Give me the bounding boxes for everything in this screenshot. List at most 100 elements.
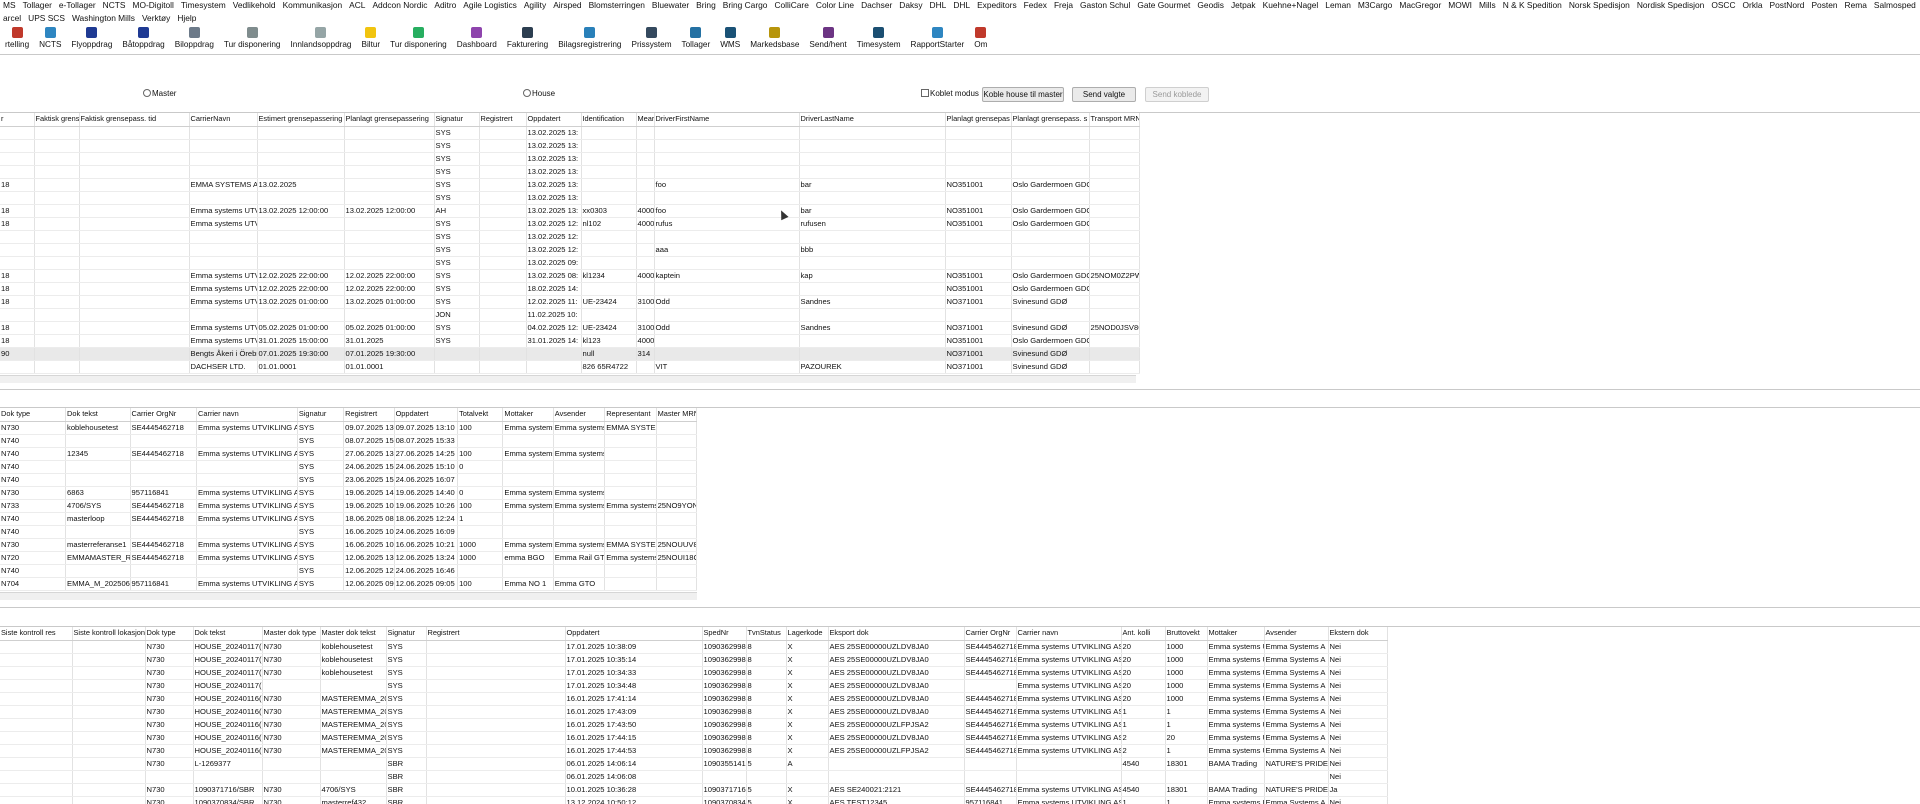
table-cell[interactable] [0,679,73,693]
table-cell[interactable]: NO371001 [945,347,1012,361]
table-cell[interactable] [604,447,657,461]
table-cell[interactable]: Emma systems UTV [189,217,258,231]
table-cell[interactable]: SBR [386,783,427,797]
table-cell[interactable]: Emma systems [553,499,606,513]
toolbar-button-båtoppdrag[interactable]: Båtoppdrag [117,26,169,49]
table-cell[interactable] [553,525,606,539]
table-cell[interactable]: 31.01.2025 15:00:00 [257,334,345,348]
table-cell[interactable]: 1000 [1165,653,1208,667]
table-cell[interactable] [799,191,946,205]
table-cell[interactable]: Emma systems UTV [189,295,258,309]
koblet-modus-checkbox[interactable]: Koblet modus [921,89,979,98]
table-cell[interactable]: Emma NO 1 [502,577,554,591]
column-header-registrert[interactable]: Registrert [343,408,395,422]
menu-item-orkla[interactable]: Orkla [1740,0,1767,11]
table-cell[interactable] [479,256,527,270]
toolbar-button-ncts[interactable]: NCTS [34,26,66,49]
table-cell[interactable]: Oslo Gardermoen GDG [1011,282,1090,296]
table-cell[interactable] [945,191,1012,205]
table-cell[interactable] [945,165,1012,179]
table-row[interactable]: SYS 13.02.2025 13: [0,139,1140,153]
table-cell[interactable]: N704 [0,577,67,591]
table-cell[interactable]: bar [799,178,946,192]
table-cell[interactable] [130,564,198,578]
menu-item-mo-digitoll[interactable]: MO-Digitoll [129,0,177,11]
table-row[interactable]: 18 Emma systems UTV SYS 13.02.2025 12: nl102… [0,217,1140,231]
menu-item-hjelp[interactable]: Hjelp [174,13,200,24]
table-cell[interactable] [72,770,146,784]
menu-item-expeditors[interactable]: Expeditors [974,0,1021,11]
menu-item-mowi[interactable]: MOWI [1445,0,1476,11]
table-cell[interactable] [1089,178,1140,192]
table-cell[interactable]: SYS [297,551,345,565]
menu-item-timesystem[interactable]: Timesystem [178,0,230,11]
table-cell[interactable]: X [786,744,829,758]
menu-item-ups-scs[interactable]: UPS SCS [25,13,69,24]
table-cell[interactable]: Emma systems UTV [189,321,258,335]
table-cell[interactable]: EMMA SYSTEMS AS [189,178,258,192]
table-cell[interactable] [502,473,554,487]
table-cell[interactable] [656,460,698,474]
table-cell[interactable]: AES 25SE00000UZLDV8JA0 [828,731,965,745]
table-cell[interactable]: VIT [654,360,800,374]
table-cell[interactable] [479,165,527,179]
table-row[interactable]: 18 Emma systems UTV 12.02.2025 22:00:00 12.… [0,282,1140,296]
column-header-avsender[interactable]: Avsender [553,408,606,422]
table-cell[interactable]: NO371001 [945,295,1012,309]
table-cell[interactable]: SYS [434,295,480,309]
table-cell[interactable]: SYS [434,269,480,283]
table-cell[interactable]: SYS [386,744,427,758]
table-cell[interactable] [799,256,946,270]
table-cell[interactable]: 8 [746,744,787,758]
table-cell[interactable]: kaptein [654,269,800,283]
table-cell[interactable] [79,308,190,322]
table-cell[interactable]: 07.01.2025 19:30:00 [344,347,435,361]
table-cell[interactable]: 1090362998 [702,731,747,745]
table-cell[interactable]: Emma systems U [1207,666,1265,680]
table-cell[interactable] [945,139,1012,153]
table-cell[interactable]: N740 [0,460,67,474]
table-cell[interactable]: 18 [0,282,35,296]
table-cell[interactable] [479,295,527,309]
table-cell[interactable]: Nei [1328,770,1388,784]
table-cell[interactable] [945,152,1012,166]
table-cell[interactable]: SYS [297,538,345,552]
table-cell[interactable] [34,347,80,361]
table-cell[interactable] [457,473,504,487]
toolbar-button-send-hent[interactable]: Send/hent [804,26,851,49]
table-cell[interactable] [79,321,190,335]
table-cell[interactable]: Emma systems U [1207,744,1265,758]
table-cell[interactable]: 13.02.2025 08: [526,269,582,283]
table-cell[interactable] [72,718,146,732]
table-cell[interactable]: 1090362998 [702,653,747,667]
column-header-ant-kolli[interactable]: Ant. kolli [1121,627,1166,641]
table-cell[interactable]: SE4445462718 [964,653,1017,667]
table-cell[interactable]: EMMA_M_2025060 [65,577,131,591]
table-cell[interactable]: 13.02.2025 01:00:00 [344,295,435,309]
table-cell[interactable] [196,564,298,578]
table-cell[interactable]: 20 [1165,731,1208,745]
column-header-carrier-navn[interactable]: Carrier navn [196,408,298,422]
menu-item-postnord[interactable]: PostNord [1767,0,1809,11]
column-header-registrert[interactable]: Registrert [426,627,566,641]
table-cell[interactable]: N730 [145,679,194,693]
table-cell[interactable]: 1090362998 [702,718,747,732]
table-cell[interactable]: SYS [434,256,480,270]
table-cell[interactable]: AES 25SE00000UZLDV8JA0 [828,679,965,693]
table-cell[interactable]: 0 [457,460,504,474]
table-cell[interactable] [479,308,527,322]
table-cell[interactable]: 4540 [1121,783,1166,797]
table-cell[interactable] [72,744,146,758]
table-cell[interactable]: Emma systems U [1207,731,1265,745]
table-cell[interactable]: N730 [0,421,67,435]
menu-item-bring-cargo[interactable]: Bring Cargo [720,0,772,11]
table-cell[interactable]: Oslo Gardermoen GDG [1011,269,1090,283]
table-cell[interactable] [1011,256,1090,270]
table-cell[interactable] [1264,770,1329,784]
menu-item-mills[interactable]: Mills [1476,0,1500,11]
table-cell[interactable] [0,653,73,667]
table-cell[interactable] [34,165,80,179]
table-cell[interactable]: Emma systems U [1207,679,1265,693]
toolbar-button-rtelling[interactable]: rtelling [0,26,34,49]
menu-item-posten[interactable]: Posten [1808,0,1841,11]
